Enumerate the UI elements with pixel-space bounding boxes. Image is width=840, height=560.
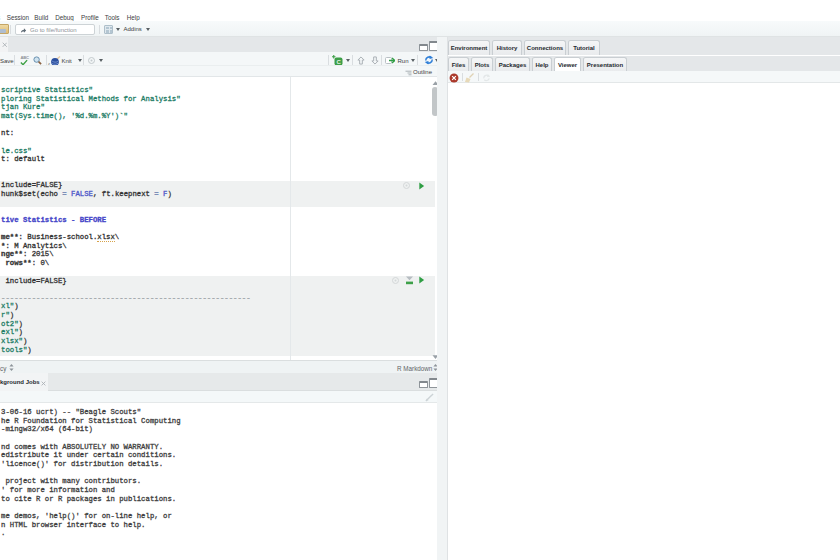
svg-text:C: C — [337, 59, 342, 65]
